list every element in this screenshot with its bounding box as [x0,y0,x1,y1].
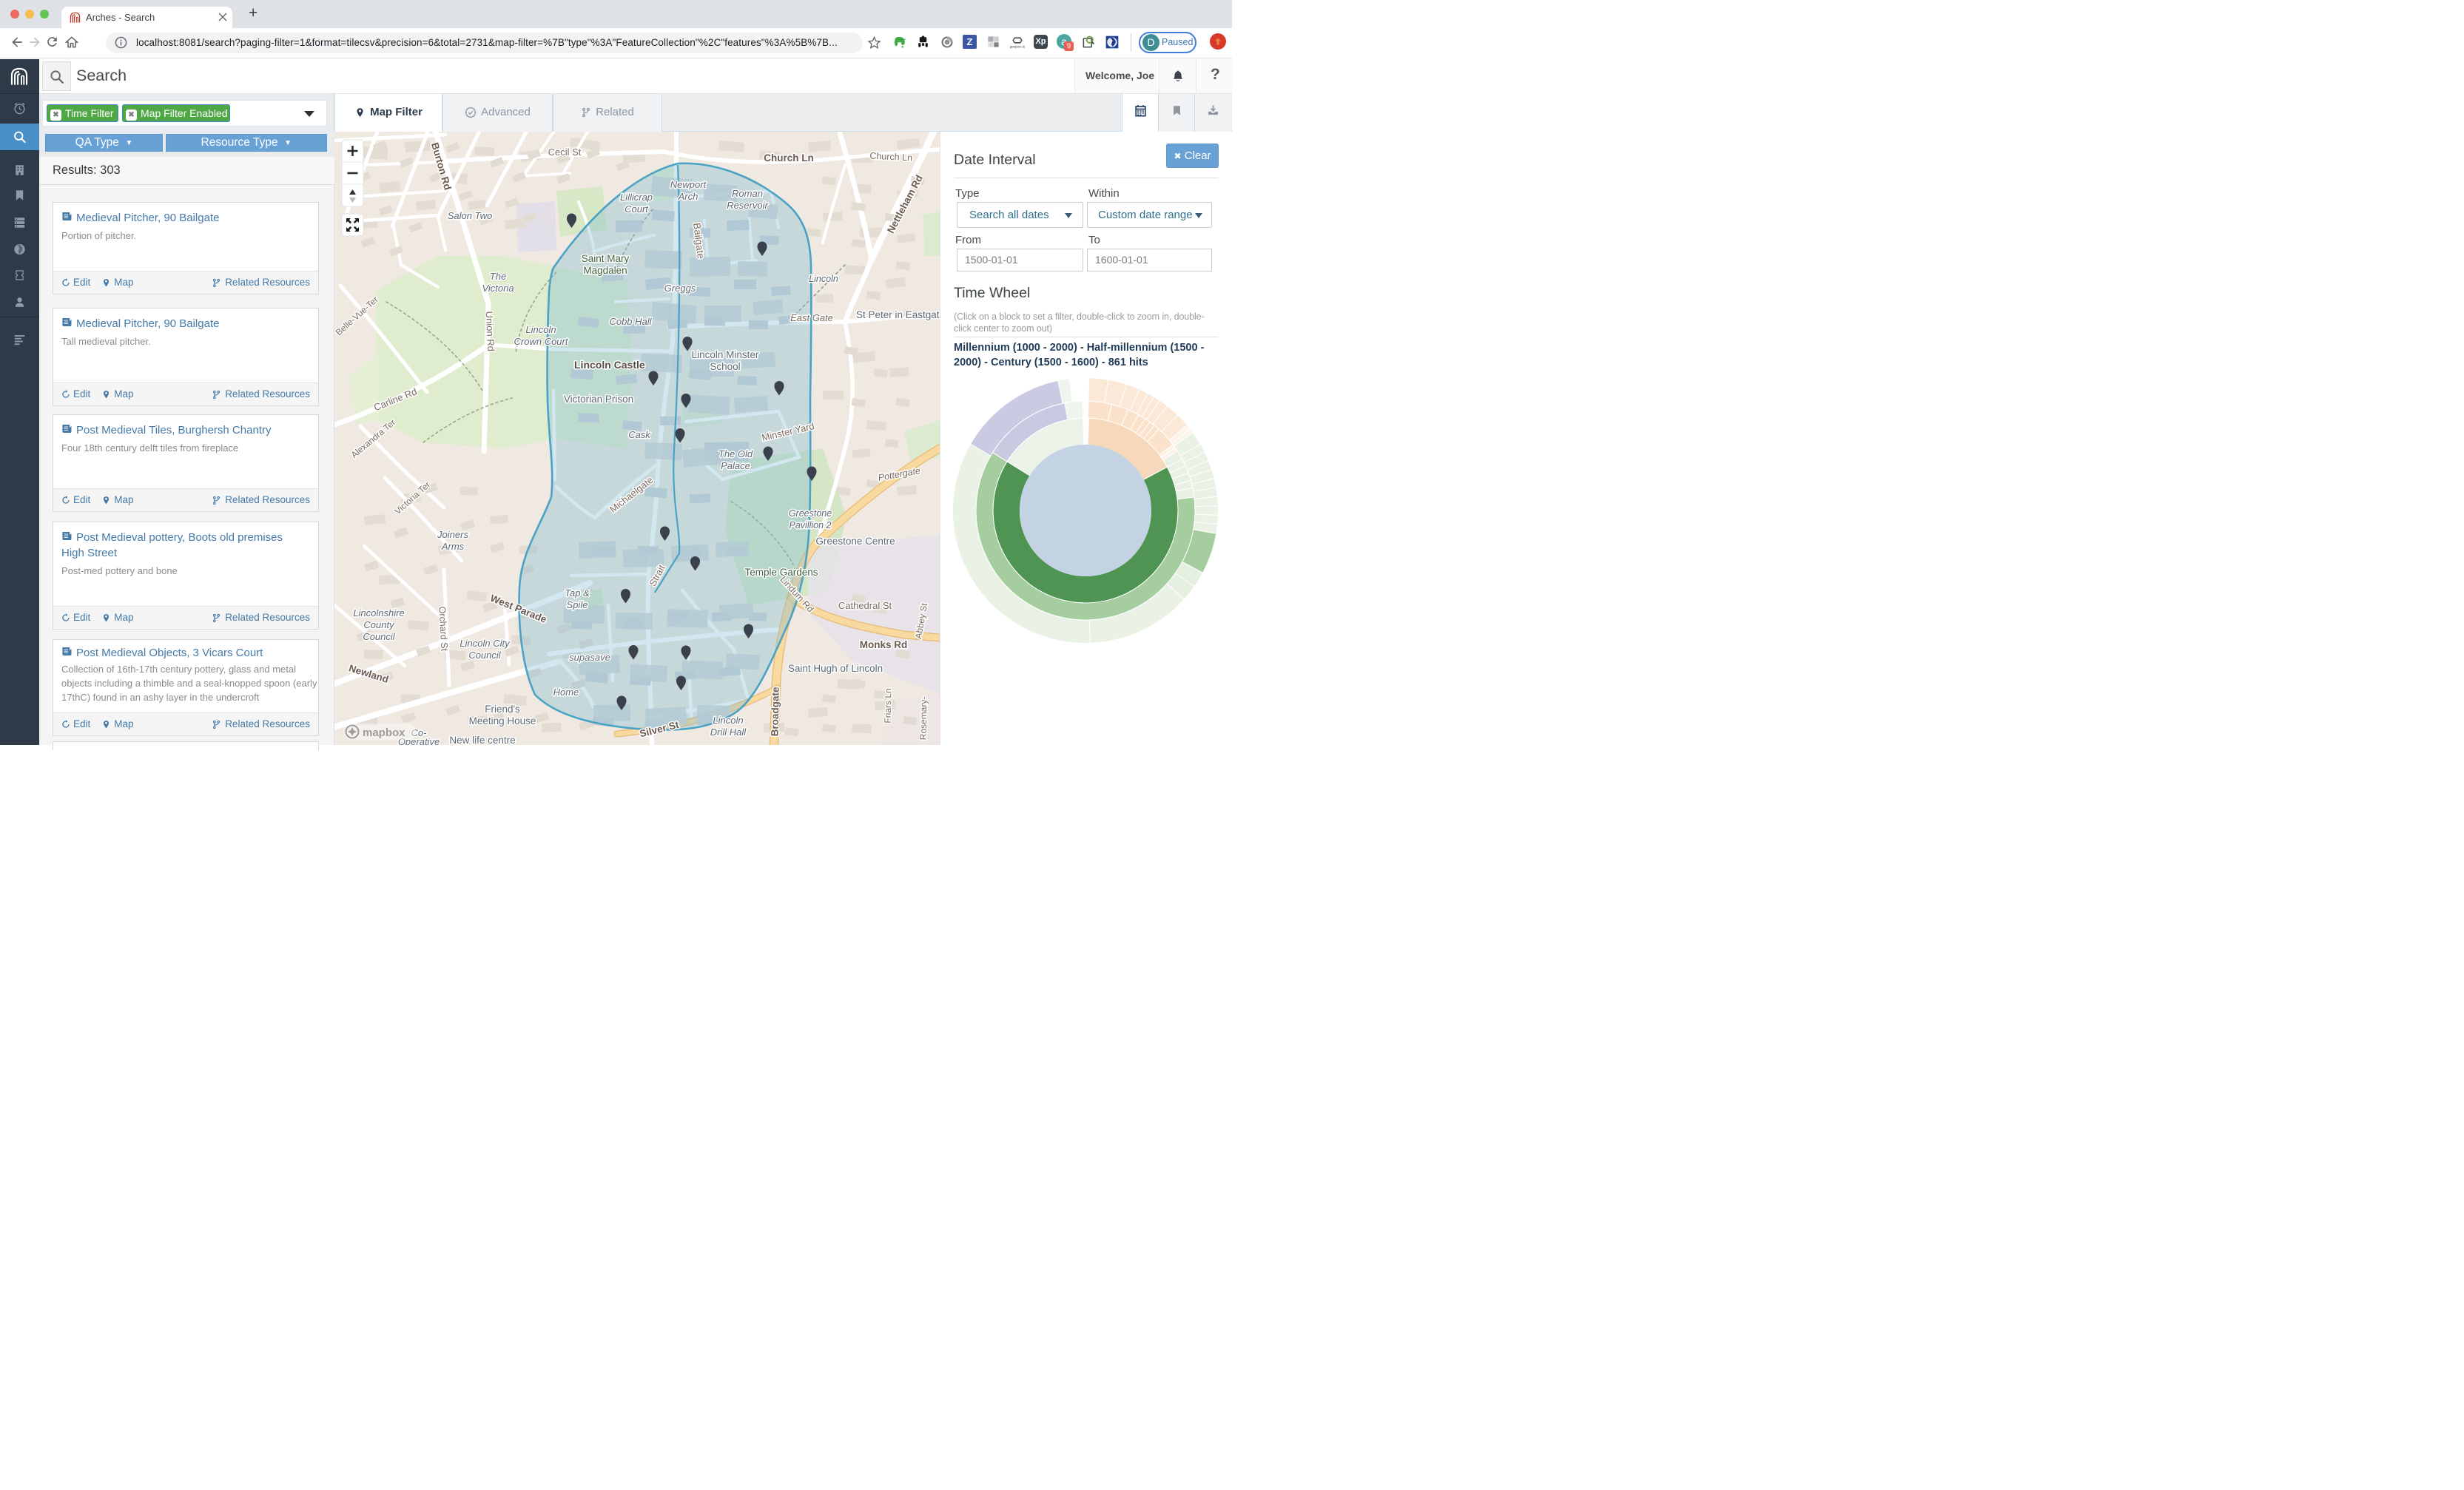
svg-text:Cask: Cask [628,429,651,440]
svg-text:supasave: supasave [569,652,610,663]
svg-text:The: The [490,271,506,282]
svg-text:Spile: Spile [567,599,588,610]
svg-text:Crown Court: Crown Court [514,336,569,347]
svg-text:Lincoln Minster: Lincoln Minster [692,349,759,360]
svg-text:Saint Hugh of Lincoln: Saint Hugh of Lincoln [788,663,883,674]
svg-text:Home: Home [553,687,579,698]
svg-text:Temple Gardens: Temple Gardens [744,567,818,578]
svg-text:Broadgate: Broadgate [769,687,781,737]
svg-text:Greggs: Greggs [664,283,696,294]
svg-text:Greestone: Greestone [789,508,832,519]
svg-text:Joiners: Joiners [437,529,468,540]
svg-text:Tap &: Tap & [565,587,590,599]
svg-text:Victorian Prison: Victorian Prison [564,394,633,405]
svg-text:Council: Council [363,631,395,642]
svg-text:Lincoln Castle: Lincoln Castle [574,359,645,371]
svg-text:Cathedral St: Cathedral St [838,600,892,611]
svg-text:New life centre: New life centre [449,735,515,745]
svg-text:Council: Council [468,650,501,661]
svg-text:Meeting House: Meeting House [469,715,536,727]
svg-text:Lincoln: Lincoln [525,324,556,335]
svg-text:Arch: Arch [678,191,699,202]
svg-text:Church Ln: Church Ln [764,152,814,164]
svg-text:The Old: The Old [718,448,753,459]
svg-text:Cobb Hall: Cobb Hall [609,316,652,327]
svg-text:Salon Two: Salon Two [448,210,492,221]
svg-text:Victoria: Victoria [482,283,514,294]
svg-text:Friars Ln: Friars Ln [883,688,894,724]
svg-text:Lincoln: Lincoln [809,274,838,284]
svg-text:Newport: Newport [670,179,707,190]
svg-text:Roman: Roman [732,188,763,199]
svg-text:Lincoln: Lincoln [713,715,743,726]
svg-text:Drill Hall: Drill Hall [710,727,747,738]
svg-text:Monks Rd: Monks Rd [860,639,908,650]
svg-text:Reservoir: Reservoir [727,200,768,211]
svg-text:Lillicrap: Lillicrap [620,192,653,203]
svg-text:Saint Mary: Saint Mary [582,253,630,264]
svg-text:mapbox: mapbox [363,727,405,739]
svg-text:St Peter in Eastgate: St Peter in Eastgate [856,309,940,320]
svg-text:School: School [710,361,740,372]
svg-text:Cecil St: Cecil St [548,146,582,158]
svg-text:East Gate: East Gate [790,312,833,323]
svg-text:Friend's: Friend's [485,704,520,715]
svg-text:County: County [363,619,395,630]
svg-text:Magdalen: Magdalen [583,265,627,276]
svg-text:Arms: Arms [441,541,465,552]
svg-text:geojson.io: geojson.io [1010,45,1025,49]
svg-text:Pavillion 2: Pavillion 2 [790,520,832,530]
svg-text:Palace: Palace [721,460,750,471]
svg-text:Rosemary-: Rosemary- [918,696,929,740]
svg-text:Lincoln City: Lincoln City [460,638,511,649]
svg-text:Union Rd: Union Rd [484,311,497,351]
svg-text:Greestone Centre: Greestone Centre [815,536,895,547]
svg-text:Court: Court [625,203,649,215]
svg-text:Lincolnshire: Lincolnshire [353,607,404,618]
